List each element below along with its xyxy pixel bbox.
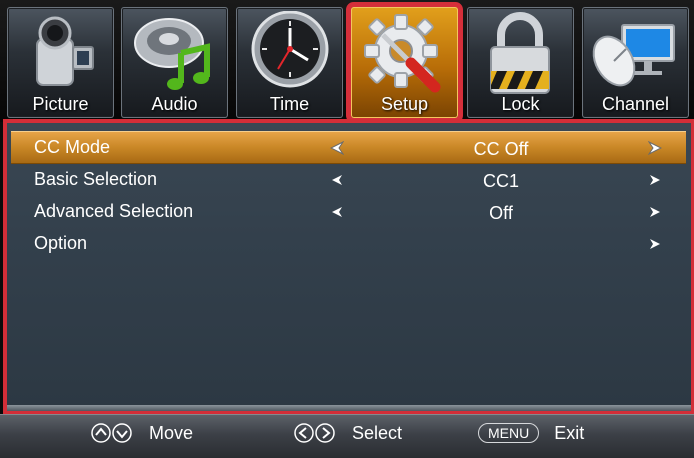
menu-row-label: Basic Selection	[34, 169, 158, 189]
tab-time[interactable]: Time	[236, 7, 343, 118]
arrow-right-icon[interactable]	[648, 237, 662, 251]
speaker-music-icon	[134, 18, 210, 90]
tab-label-channel: Channel	[601, 94, 670, 114]
menu-row-label: Advanced Selection	[34, 201, 194, 221]
hint-exit: MENU Exit	[478, 422, 584, 444]
menu-row-value: CC Off	[473, 139, 529, 159]
menu-row-option[interactable]: Option	[11, 228, 686, 259]
hint-select-label: Select	[352, 422, 403, 443]
menu-row-label: CC Mode	[34, 137, 111, 157]
setup-menu-panel: CC Mode CC Off Basic Selection CC1 Advan…	[3, 119, 694, 415]
menu-row-value: Off	[489, 203, 513, 223]
menu-key-icon: MENU	[478, 423, 540, 444]
arrow-right-icon[interactable]	[648, 141, 662, 155]
tab-lock[interactable]: Lock	[467, 7, 574, 118]
menu-row-value: CC1	[482, 171, 519, 191]
top-menu-tab-bar: Picture Audio Time Setup Lock Channel	[0, 0, 694, 122]
arrow-left-icon[interactable]	[330, 173, 344, 187]
gear-screwdriver-icon	[364, 14, 441, 93]
hint-move-label: Move	[149, 422, 194, 443]
menu-row-cc-mode[interactable]: CC Mode CC Off	[11, 131, 686, 164]
tab-channel[interactable]: Channel	[582, 7, 689, 118]
satellite-dish-icon	[592, 24, 675, 87]
hint-exit-label: Exit	[554, 422, 585, 443]
left-right-keys-icon	[294, 423, 335, 443]
arrow-left-icon[interactable]	[330, 141, 344, 155]
clock-icon	[251, 11, 329, 88]
menu-row-advanced-selection[interactable]: Advanced Selection Off	[11, 196, 686, 227]
panel-bottom-divider	[7, 405, 691, 411]
menu-row-label: Option	[34, 233, 88, 253]
tab-audio[interactable]: Audio	[121, 7, 228, 118]
tab-label-lock: Lock	[501, 94, 540, 114]
arrow-right-icon[interactable]	[648, 205, 662, 219]
arrow-left-icon[interactable]	[330, 205, 344, 219]
hint-move: Move	[90, 422, 193, 444]
arrow-right-icon[interactable]	[648, 173, 662, 187]
tab-picture[interactable]: Picture	[7, 7, 114, 118]
tab-label-audio: Audio	[151, 94, 198, 114]
tab-label-picture: Picture	[32, 94, 89, 114]
footer-help-bar: Move Select MENU Exit	[0, 414, 694, 458]
menu-row-basic-selection[interactable]: Basic Selection CC1	[11, 164, 686, 195]
camcorder-icon	[36, 16, 94, 86]
tab-label-setup: Setup	[380, 94, 429, 114]
tab-label-time: Time	[269, 94, 310, 114]
hint-select: Select	[293, 422, 402, 444]
padlock-icon	[490, 12, 550, 94]
up-down-keys-icon	[91, 423, 132, 443]
tab-setup[interactable]: Setup	[351, 7, 458, 118]
